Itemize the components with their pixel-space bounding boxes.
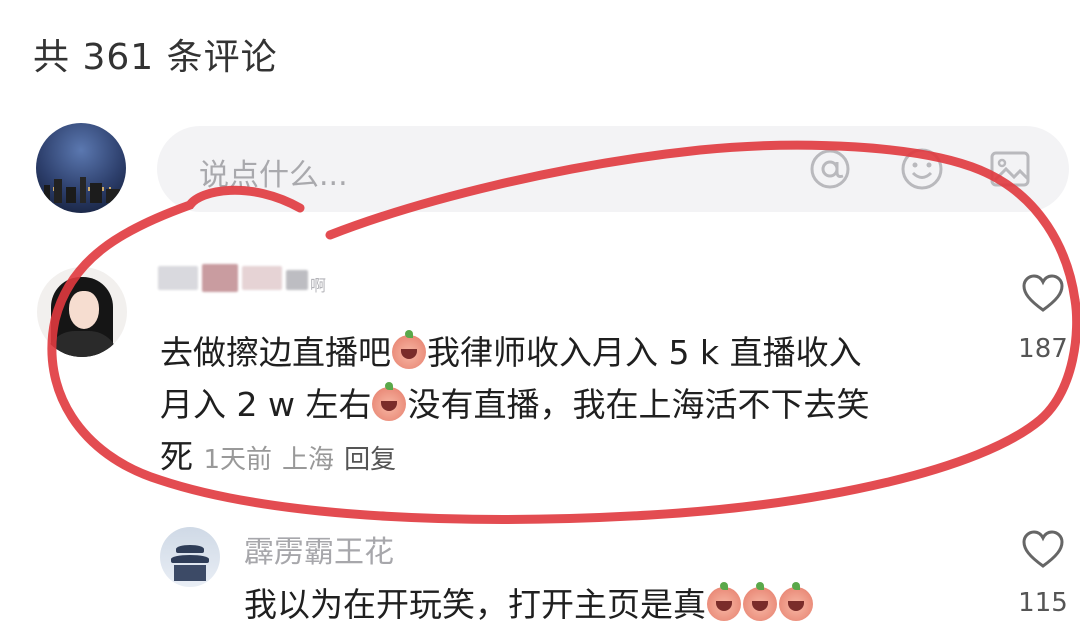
comment-count-title: 共 361 条评论: [33, 37, 278, 78]
commenter-name-redacted[interactable]: 啊: [158, 262, 348, 306]
avatar-temple-roof: [171, 555, 209, 563]
reply-text: 我以为在开玩笑，打开主页是真: [244, 585, 706, 624]
avatar-city-skyline: [36, 173, 126, 203]
crying-emoji-icon: [392, 330, 426, 369]
comment-meta: 1天前 上海 回复: [204, 445, 407, 475]
reply-like-count: 115: [1018, 588, 1068, 618]
reply-body: 我以为在开玩笑，打开主页是真: [244, 578, 814, 626]
comment-text: 月入 2 w 左右: [160, 385, 372, 424]
comment-text: 去做擦边直播吧: [160, 333, 391, 372]
at-icon[interactable]: [807, 146, 853, 192]
comment-body: 去做擦边直播吧 我律师收入月入 5 k 直播收入 月入 2 w 左右 没有直播，我在…: [160, 327, 960, 486]
commenter-name-partial: 啊: [310, 276, 327, 295]
comment-line-2: 月入 2 w 左右 没有直播，我在上海活不下去笑: [160, 379, 960, 431]
my-avatar[interactable]: [36, 123, 126, 213]
crying-emoji-icon: [707, 582, 741, 621]
comments-page: 共 361 条评论 说点什么... 啊 去做擦边直播吧 我律师收入月入 5 k …: [0, 0, 1080, 633]
avatar-temple-base: [174, 565, 206, 581]
comment-text: 死: [160, 437, 193, 476]
image-icon[interactable]: [987, 146, 1033, 192]
redaction-block: [286, 270, 308, 290]
red-circle-annotation: [47, 140, 1080, 524]
comment-input-placeholder: 说点什么...: [199, 158, 348, 193]
comment-location: 上海: [282, 445, 335, 475]
redaction-block: [202, 264, 238, 292]
replier-name[interactable]: 霹雳霸王花: [244, 527, 394, 571]
avatar-temple-roof: [176, 545, 204, 553]
reply-button[interactable]: 回复: [344, 445, 396, 475]
commenter-avatar[interactable]: [37, 267, 127, 357]
redaction-block: [242, 266, 282, 290]
comment-line-1: 去做擦边直播吧 我律师收入月入 5 k 直播收入: [160, 327, 960, 379]
comment-time: 1天前: [203, 445, 273, 475]
emoji-icon[interactable]: [899, 146, 945, 192]
comment-line-3: 死 1天前 上海 回复: [160, 431, 960, 486]
replier-avatar[interactable]: [160, 527, 220, 587]
like-heart-icon[interactable]: [1019, 272, 1067, 316]
crying-emoji-icon: [779, 582, 813, 621]
redaction-block: [158, 266, 198, 290]
crying-emoji-icon: [372, 382, 407, 421]
like-heart-icon[interactable]: [1019, 528, 1067, 572]
comment-input-box[interactable]: 说点什么...: [157, 126, 1069, 212]
crying-emoji-icon: [743, 582, 777, 621]
like-count: 187: [1018, 334, 1068, 364]
comment-text: 我律师收入月入 5 k 直播收入: [427, 333, 862, 372]
comment-text: 没有直播，我在上海活不下去笑: [407, 385, 870, 424]
avatar-face: [69, 291, 99, 329]
